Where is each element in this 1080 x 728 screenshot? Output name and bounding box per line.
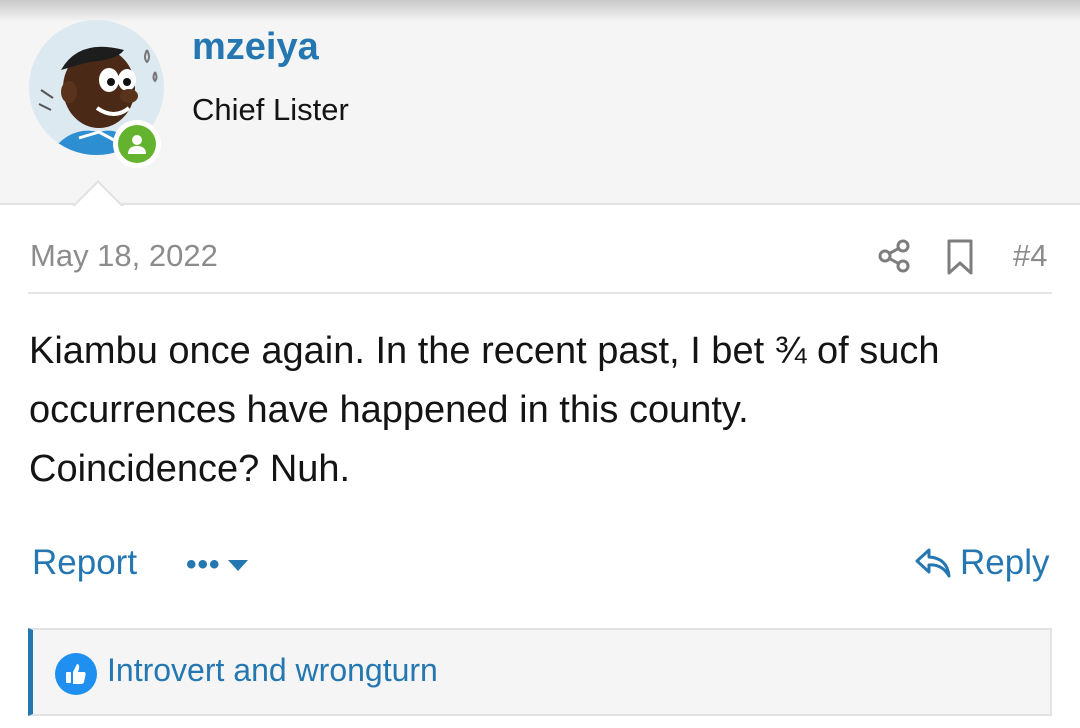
username[interactable]: mzeiya	[192, 26, 319, 69]
more-options-button[interactable]: •••	[186, 548, 249, 582]
post-body-line: Kiambu once again. In the recent past, I…	[29, 330, 940, 372]
post-body: Kiambu once again. In the recent past, I…	[29, 322, 1059, 499]
user-title: Chief Lister	[192, 92, 349, 127]
report-button[interactable]: Report	[32, 543, 137, 583]
post-number[interactable]: #4	[1013, 238, 1047, 274]
more-dots: •••	[186, 548, 221, 581]
reply-label: Reply	[960, 543, 1050, 582]
post-date[interactable]: May 18, 2022	[30, 238, 218, 274]
divider	[28, 292, 1052, 294]
share-icon[interactable]	[876, 238, 912, 274]
online-user-icon	[113, 120, 161, 168]
reactions-bar[interactable]: Introvert and wrongturn	[28, 628, 1052, 716]
reply-button[interactable]: Reply	[914, 543, 1049, 583]
reply-icon	[915, 548, 951, 578]
caret-down-icon	[227, 560, 248, 571]
bookmark-icon[interactable]	[944, 238, 976, 276]
user-header: mzeiya Chief Lister	[0, 0, 1080, 205]
thumbs-up-icon	[55, 653, 97, 695]
reaction-users[interactable]: Introvert and wrongturn	[107, 652, 438, 689]
post-body-line: Coincidence? Nuh.	[29, 448, 351, 490]
message-arrow	[72, 180, 124, 207]
post-body-line: occurrences have happened in this county…	[29, 389, 749, 431]
top-shadow	[0, 0, 1080, 22]
